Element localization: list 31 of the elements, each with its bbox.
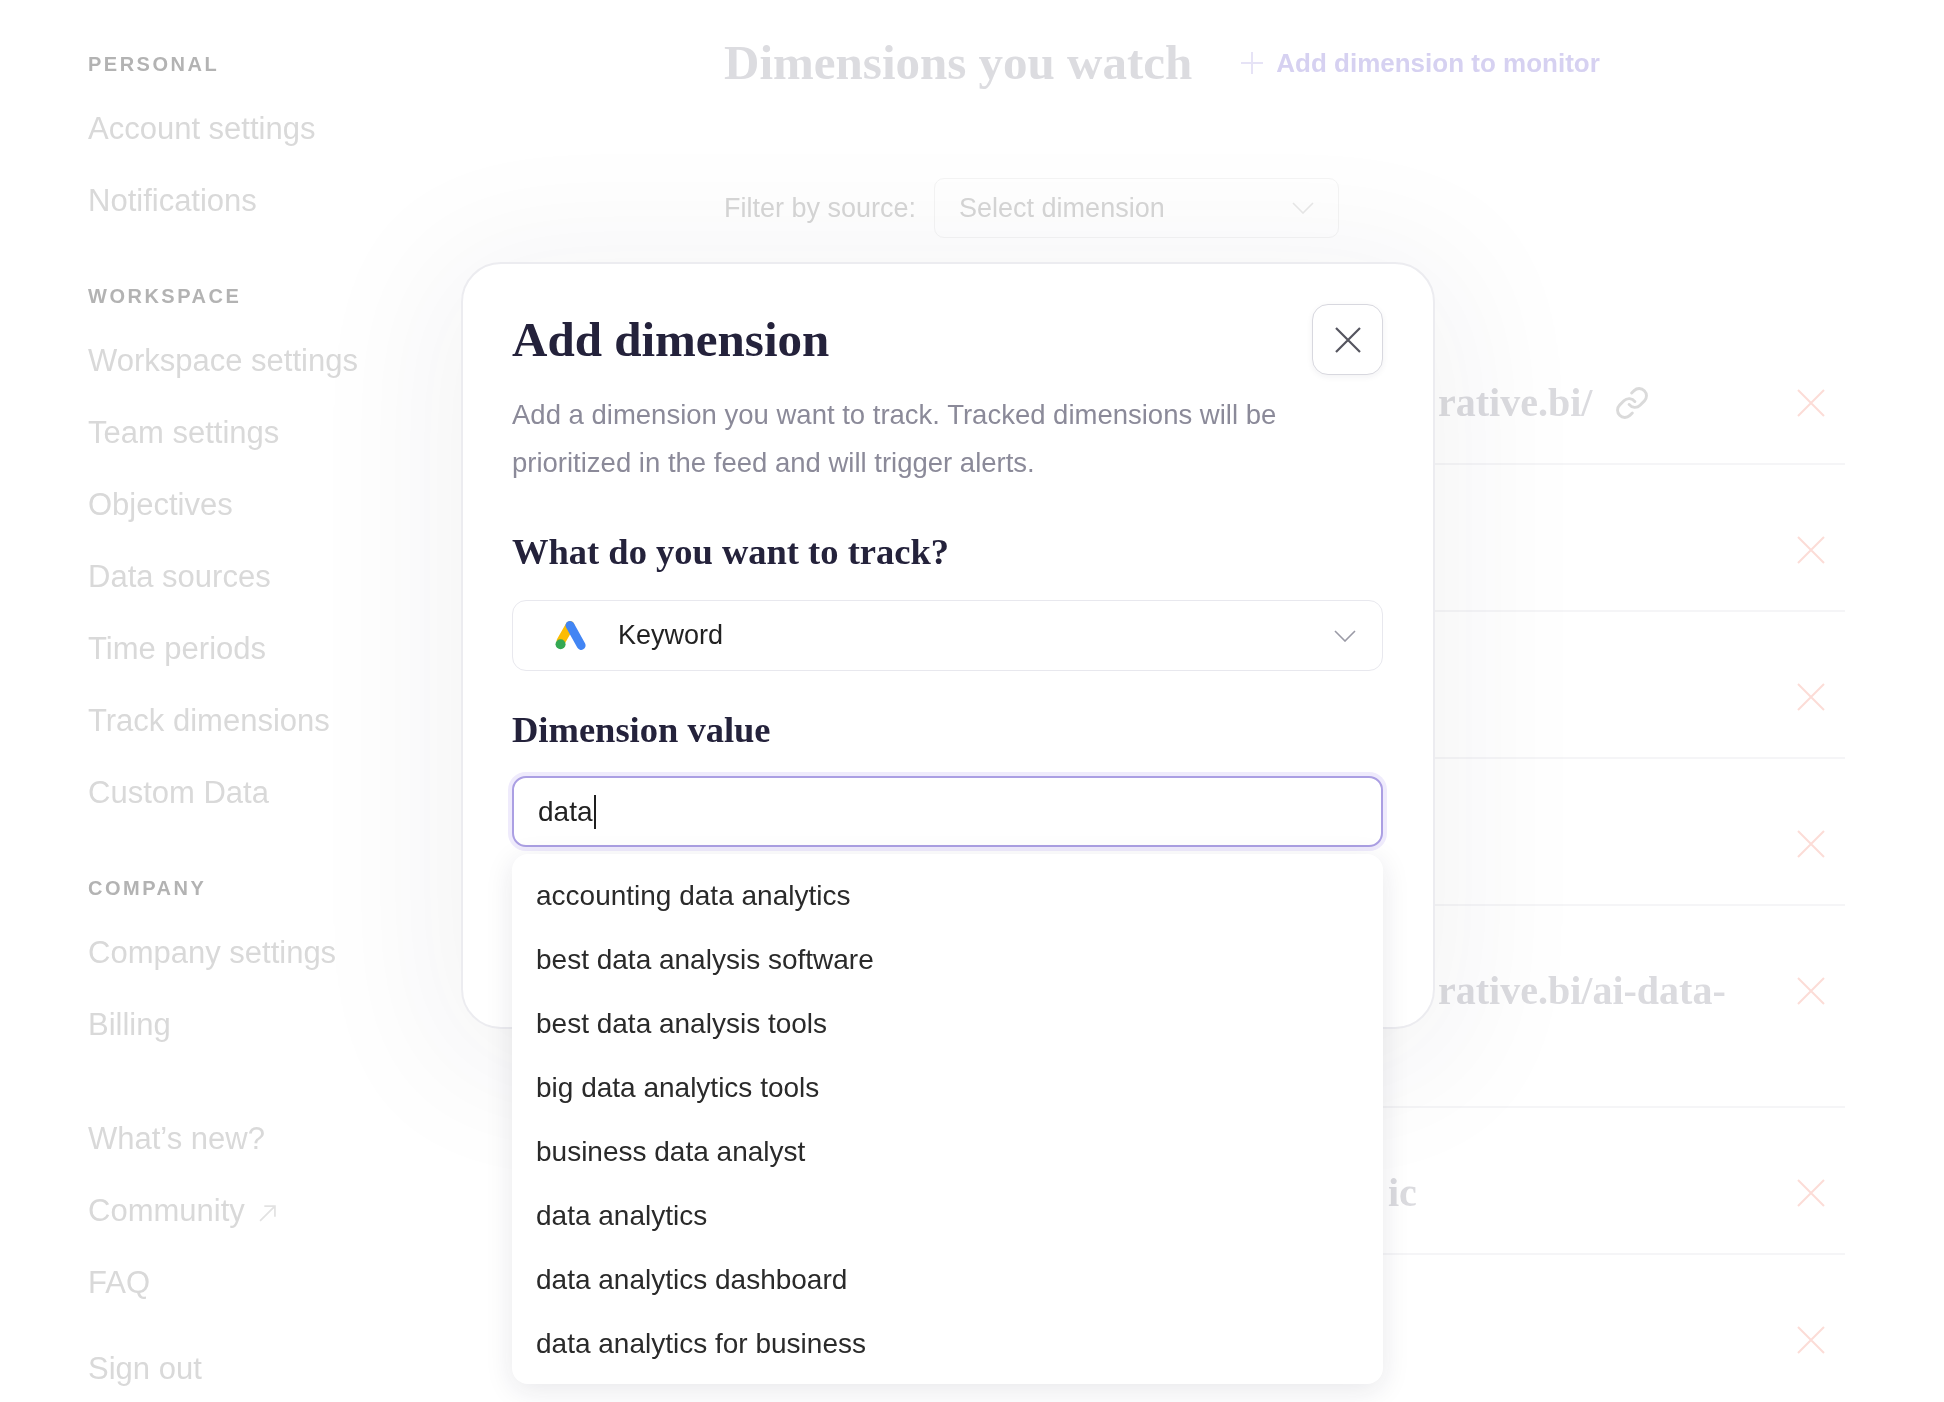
cross-icon[interactable]: [1797, 1326, 1825, 1354]
cross-icon[interactable]: [1797, 389, 1825, 417]
suggestion-option[interactable]: accounting data analytics: [512, 864, 1383, 928]
suggestion-option[interactable]: data analytics for business: [512, 1312, 1383, 1376]
section-label: WORKSPACE: [88, 284, 242, 309]
text-cursor-icon: [593, 794, 596, 829]
suggestion-option[interactable]: best data analysis tools: [512, 992, 1383, 1056]
chevron-down-icon: [1334, 629, 1356, 642]
suggestion-option[interactable]: data analytics dashboard: [512, 1248, 1383, 1312]
dialog-description: Add a dimension you want to track. Tracked dimensions will be prioritized in the feed and will trigger alerts.: [512, 398, 1278, 480]
link-icon[interactable]: [1616, 387, 1649, 419]
field-label: Dimension value: [512, 709, 772, 751]
section-label: PERSONAL: [88, 52, 220, 77]
dimension-type-select[interactable]: Keyword: [512, 600, 1383, 671]
logo-icon: [554, 620, 586, 651]
suggestion-option[interactable]: big data analytics tools: [512, 1056, 1383, 1120]
dialog-title: Add dimension: [512, 310, 830, 369]
close-button[interactable]: [1312, 304, 1383, 375]
cross-icon[interactable]: [1797, 1179, 1825, 1207]
cross-icon[interactable]: [1797, 977, 1825, 1005]
cross-icon[interactable]: [1797, 830, 1825, 858]
cross-icon[interactable]: [1797, 536, 1825, 564]
section-label: COMPANY: [88, 876, 207, 901]
suggestion-option[interactable]: best data analysis software: [512, 928, 1383, 992]
chevron-down-icon: [1292, 202, 1315, 214]
suggestion-option[interactable]: data analytics: [512, 1184, 1383, 1248]
field-label: What do you want to track?: [512, 531, 950, 573]
suggestion-option[interactable]: business data analyst: [512, 1120, 1383, 1184]
close-icon: [1334, 326, 1361, 353]
cross-icon[interactable]: [1797, 683, 1825, 711]
plus-icon: [1240, 51, 1265, 75]
